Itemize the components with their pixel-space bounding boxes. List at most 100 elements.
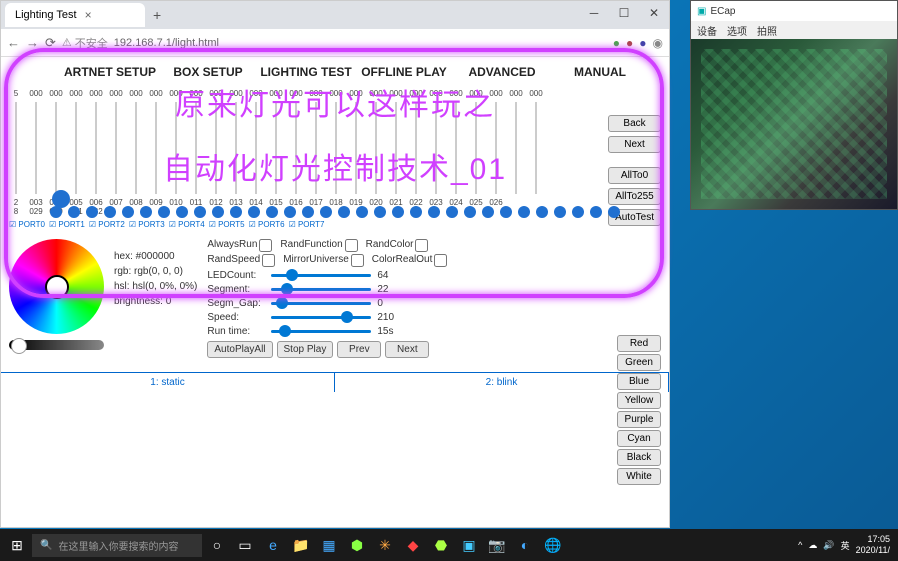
dmx-slider[interactable] [327,102,345,194]
nextplay-button[interactable]: Next [385,341,429,358]
app-icon[interactable]: ▦ [316,532,342,558]
dmx-slider[interactable] [447,102,465,194]
dmx-slider[interactable] [427,102,445,194]
close-tab-icon[interactable]: × [85,8,92,22]
start-button[interactable]: ⊞ [4,532,30,558]
speed-slider[interactable] [271,316,371,319]
dmx-slider[interactable] [507,102,525,194]
taskview-icon[interactable]: ▭ [232,532,258,558]
extension-icon[interactable]: ● [626,36,633,50]
port-checkbox[interactable]: PORT7 [289,220,325,229]
dmx-slider[interactable] [7,102,25,194]
extension-icon[interactable]: ● [613,36,620,50]
autotest-button[interactable]: AutoTest [608,209,661,226]
next-button[interactable]: Next [608,136,661,153]
color-wheel[interactable] [9,239,104,334]
brightness-slider[interactable] [9,340,104,350]
profile-icon[interactable]: ◉ [653,36,663,50]
dmx-slider[interactable] [167,102,185,194]
extension-icon[interactable]: ● [639,36,646,50]
allto0-button[interactable]: AllTo0 [608,167,661,184]
security-warning[interactable]: ⚠ 不安全 [62,35,108,51]
port-checkbox[interactable]: PORT1 [49,220,85,229]
dmx-slider[interactable] [187,102,205,194]
app-icon[interactable]: ⬢ [344,532,370,558]
runtime-slider[interactable] [271,330,371,333]
color-red-button[interactable]: Red [617,335,661,352]
nav-manual[interactable]: MANUAL [551,65,649,79]
camera-icon[interactable]: 📷 [484,532,510,558]
allto255-button[interactable]: AllTo255 [608,188,661,205]
randcolor-check[interactable]: RandColor [366,239,429,252]
autoplayall-button[interactable]: AutoPlayAll [207,341,272,358]
stopplay-button[interactable]: Stop Play [277,341,334,358]
dmx-slider[interactable] [207,102,225,194]
app-icon[interactable]: ▣ [456,532,482,558]
color-green-button[interactable]: Green [617,354,661,371]
minimize-button[interactable]: ─ [579,1,609,25]
explorer-icon[interactable]: 📁 [288,532,314,558]
forward-icon[interactable]: → [26,35,39,50]
mode-static[interactable]: 1: static [1,373,335,392]
ecap-menu-device[interactable]: 设备 [697,23,717,37]
clock[interactable]: 17:05 2020/11/ [856,534,894,556]
color-blue-button[interactable]: Blue [617,373,661,390]
dmx-slider[interactable] [407,102,425,194]
dmx-slider[interactable] [67,102,85,194]
ecap-menu-capture[interactable]: 拍照 [757,23,777,37]
prev-button[interactable]: Prev [337,341,381,358]
dmx-slider[interactable] [247,102,265,194]
segment-slider[interactable] [271,288,371,291]
app-icon[interactable]: ⬣ [428,532,454,558]
back-icon[interactable]: ← [7,35,20,50]
color-purple-button[interactable]: Purple [617,411,661,428]
dmx-slider[interactable] [267,102,285,194]
volume-icon[interactable]: 🔊 [823,540,834,551]
nav-advanced[interactable]: ADVANCED [453,65,551,79]
color-cyan-button[interactable]: Cyan [617,430,661,447]
cortana-icon[interactable]: ○ [204,532,230,558]
nav-offline[interactable]: OFFLINE PLAY [355,65,453,79]
dmx-slider[interactable] [287,102,305,194]
dmx-slider[interactable] [347,102,365,194]
dmx-slider[interactable] [127,102,145,194]
close-button[interactable]: ✕ [639,1,669,25]
color-white-button[interactable]: White [617,468,661,485]
dmx-slider[interactable] [27,102,45,194]
nav-artnet[interactable]: ARTNET SETUP [61,65,159,79]
app-icon[interactable]: ◆ [400,532,426,558]
ledcount-slider[interactable] [271,274,371,277]
ecap-menu-options[interactable]: 选项 [727,23,747,37]
port-checkbox[interactable]: PORT3 [129,220,165,229]
cloud-icon[interactable]: ☁ [808,540,817,551]
dmx-slider[interactable] [487,102,505,194]
dmx-slider[interactable] [147,102,165,194]
nav-lighting[interactable]: LIGHTING TEST [257,65,355,79]
tray-up-icon[interactable]: ^ [798,540,802,550]
dmx-slider[interactable] [367,102,385,194]
new-tab-button[interactable]: + [145,7,169,23]
edge-icon[interactable]: e [260,532,286,558]
port-checkbox[interactable]: PORT5 [209,220,245,229]
port-checkbox[interactable]: PORT2 [89,220,125,229]
dmx-slider[interactable] [87,102,105,194]
url-text[interactable]: 192.168.7.1/light.html [114,37,607,49]
maximize-button[interactable]: ☐ [609,1,639,25]
mirror-check[interactable]: MirrorUniverse [283,254,364,267]
colorout-check[interactable]: ColorRealOut [372,254,448,267]
app-icon[interactable]: ✳ [372,532,398,558]
app-icon[interactable]: ◐ [512,532,538,558]
back-button[interactable]: Back [608,115,661,132]
port-checkbox[interactable]: PORT0 [9,220,45,229]
dmx-slider[interactable] [387,102,405,194]
gap-slider[interactable] [271,302,371,305]
dmx-slider[interactable] [47,102,65,194]
dmx-slider[interactable] [527,102,545,194]
reload-icon[interactable]: ⟳ [45,35,56,51]
port-checkbox[interactable]: PORT6 [249,220,285,229]
ecap-title-bar[interactable]: ▣ ECap [691,1,897,21]
randfunc-check[interactable]: RandFunction [280,239,357,252]
color-yellow-button[interactable]: Yellow [617,392,661,409]
dmx-slider[interactable] [107,102,125,194]
port-checkbox[interactable]: PORT4 [169,220,205,229]
